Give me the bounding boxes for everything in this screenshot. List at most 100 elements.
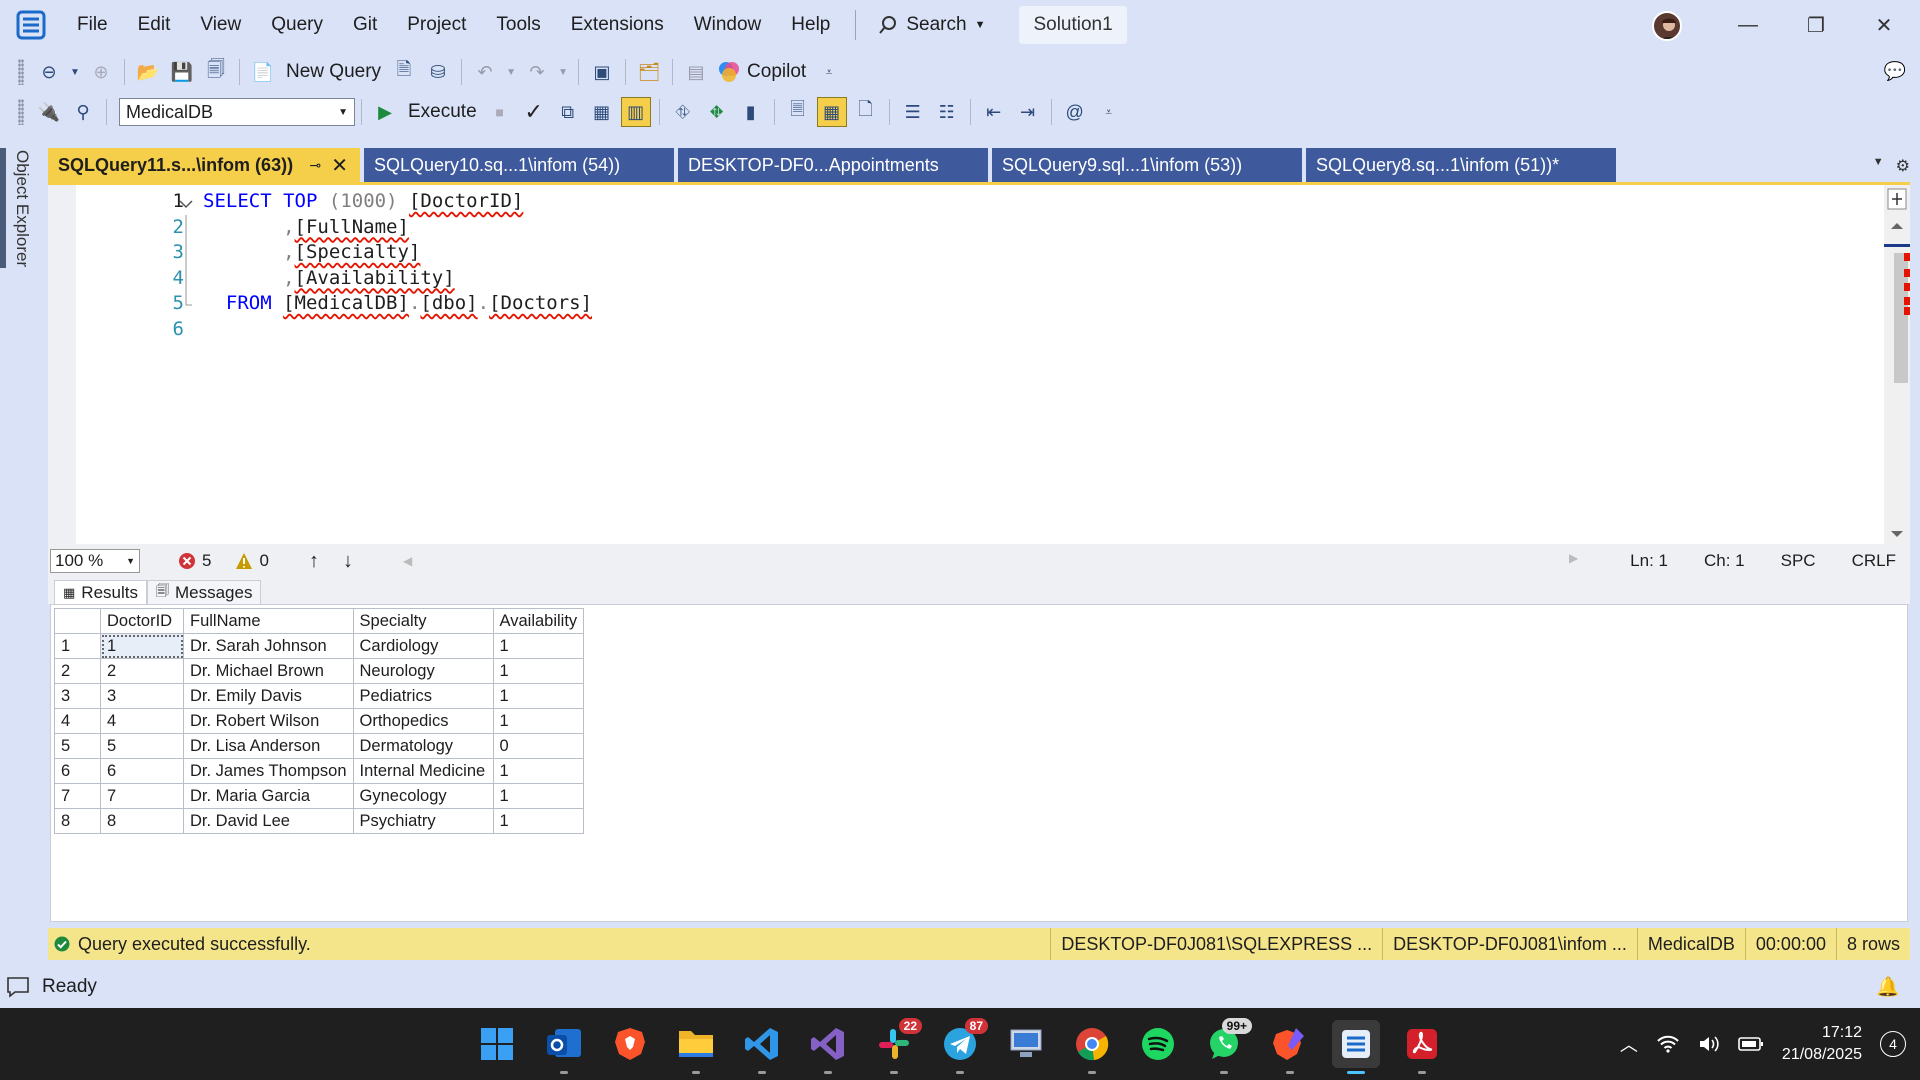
- cell-fullname[interactable]: Dr. Sarah Johnson: [183, 633, 354, 659]
- cell-fullname[interactable]: Dr. Michael Brown: [183, 658, 354, 684]
- database-query-icon[interactable]: 🗎: [389, 57, 419, 87]
- live-query-stats-icon[interactable]: ⛖: [702, 97, 732, 127]
- taskbar-brave-beta[interactable]: [1266, 1020, 1314, 1074]
- toolbar-overflow-icon[interactable]: ⩡: [814, 57, 844, 87]
- row-number[interactable]: 7: [54, 783, 101, 809]
- row-number[interactable]: 3: [54, 683, 101, 709]
- copilot-button[interactable]: Copilot: [747, 61, 806, 83]
- error-count[interactable]: 5: [178, 551, 211, 571]
- increase-indent-icon[interactable]: ⇥: [1013, 97, 1043, 127]
- cell-specialty[interactable]: Gynecology: [352, 783, 494, 809]
- navigate-back-icon[interactable]: ⊖: [34, 57, 64, 87]
- new-query-icon[interactable]: 📄: [248, 57, 278, 87]
- cell-fullname[interactable]: Dr. Lisa Anderson: [183, 733, 354, 759]
- minimize-button[interactable]: —: [1720, 6, 1776, 44]
- row-number[interactable]: 2: [54, 658, 101, 684]
- warning-count[interactable]: 0: [235, 551, 269, 571]
- cell-specialty[interactable]: Internal Medicine: [352, 758, 494, 784]
- taskbar-acrobat[interactable]: [1398, 1020, 1446, 1074]
- volume-icon[interactable]: [1698, 1034, 1720, 1054]
- chevron-down-icon[interactable]: ▼: [68, 57, 82, 87]
- results-grid[interactable]: DoctorID FullName Specialty Availability…: [50, 604, 1908, 922]
- row-number[interactable]: 8: [54, 808, 101, 834]
- client-statistics-icon[interactable]: ▮: [736, 97, 766, 127]
- menu-window[interactable]: Window: [679, 14, 777, 36]
- table-row[interactable]: 8 8 Dr. David Lee Psychiatry 1: [54, 808, 585, 834]
- menu-git[interactable]: Git: [338, 14, 392, 36]
- column-header-fullname[interactable]: FullName: [183, 608, 354, 634]
- change-connection-icon[interactable]: ⚲: [68, 97, 98, 127]
- cell-doctorid[interactable]: 5: [100, 733, 184, 759]
- results-to-grid-icon[interactable]: ▦: [816, 97, 847, 127]
- cell-specialty[interactable]: Neurology: [352, 658, 494, 684]
- execute-button[interactable]: Execute: [408, 101, 477, 123]
- cell-availability[interactable]: 1: [492, 658, 585, 684]
- code-fold-icon[interactable]: [174, 191, 198, 481]
- connect-icon[interactable]: 🔌: [34, 97, 64, 127]
- table-row[interactable]: 6 6 Dr. James Thompson Internal Medicine…: [54, 758, 585, 784]
- tab-appointments[interactable]: DESKTOP-DF0...Appointments: [678, 148, 988, 182]
- query-designer-icon[interactable]: ▦: [587, 97, 617, 127]
- tab-sqlquery9[interactable]: SQLQuery9.sql...1\infom (53)): [992, 148, 1302, 182]
- clock[interactable]: 17:12 21/08/2025: [1782, 1022, 1862, 1066]
- chevron-down-icon[interactable]: ▼: [556, 57, 570, 87]
- taskbar-telegram[interactable]: 87: [936, 1018, 988, 1074]
- battery-icon[interactable]: [1738, 1036, 1764, 1052]
- taskbar-outlook[interactable]: [540, 1020, 588, 1074]
- menu-project[interactable]: Project: [392, 14, 481, 36]
- toolbar-grip[interactable]: [18, 99, 24, 125]
- taskbar-vscode[interactable]: [738, 1020, 786, 1074]
- restore-button[interactable]: ❐: [1788, 6, 1844, 44]
- column-header-specialty[interactable]: Specialty: [352, 608, 494, 634]
- zoom-select[interactable]: 100 % ▼: [50, 549, 140, 573]
- comment-lines-icon[interactable]: ☰: [898, 97, 928, 127]
- column-header-doctorid[interactable]: DoctorID: [100, 608, 184, 634]
- save-all-icon[interactable]: 🗐: [201, 57, 231, 87]
- avatar[interactable]: [1652, 11, 1682, 41]
- navigate-forward-icon[interactable]: ⊕: [86, 57, 116, 87]
- row-number[interactable]: 4: [54, 708, 101, 734]
- cancel-query-icon[interactable]: ■: [485, 97, 515, 127]
- tab-sqlquery10[interactable]: SQLQuery10.sq...1\infom (54)): [364, 148, 674, 182]
- menu-file[interactable]: File: [62, 14, 123, 36]
- taskbar-slack[interactable]: 22: [870, 1018, 922, 1074]
- cell-doctorid[interactable]: 1: [100, 633, 184, 659]
- settings-gear-icon[interactable]: ⚙: [1896, 156, 1910, 176]
- row-number[interactable]: 5: [54, 733, 101, 759]
- new-query-button[interactable]: New Query: [286, 61, 381, 83]
- taskbar-rdp[interactable]: [1002, 1020, 1050, 1068]
- include-actual-plan-icon[interactable]: ⛗: [668, 97, 698, 127]
- taskbar-whatsapp[interactable]: 99+: [1200, 1018, 1252, 1074]
- menu-edit[interactable]: Edit: [123, 14, 186, 36]
- cell-specialty[interactable]: Cardiology: [352, 633, 494, 659]
- table-row[interactable]: 5 5 Dr. Lisa Anderson Dermatology 0: [54, 733, 585, 759]
- cell-fullname[interactable]: Dr. Maria Garcia: [183, 783, 354, 809]
- taskbar-spotify[interactable]: [1134, 1020, 1182, 1068]
- menu-view[interactable]: View: [185, 14, 256, 36]
- menu-tools[interactable]: Tools: [481, 14, 555, 36]
- activity-monitor-icon[interactable]: ▣: [587, 57, 617, 87]
- cell-doctorid[interactable]: 7: [100, 783, 184, 809]
- tab-list-dropdown-icon[interactable]: ▼: [1873, 156, 1884, 176]
- cell-availability[interactable]: 1: [492, 683, 585, 709]
- cell-fullname[interactable]: Dr. Emily Davis: [183, 683, 354, 709]
- execute-icon[interactable]: ▶: [370, 97, 400, 127]
- notifications-bell-icon[interactable]: 🔔: [1876, 975, 1900, 999]
- close-button[interactable]: ✕: [1856, 6, 1912, 44]
- table-row[interactable]: 2 2 Dr. Michael Brown Neurology 1: [54, 658, 585, 684]
- table-row[interactable]: 7 7 Dr. Maria Garcia Gynecology 1: [54, 783, 585, 809]
- cell-availability[interactable]: 1: [492, 708, 585, 734]
- cell-doctorid[interactable]: 2: [100, 658, 184, 684]
- object-explorer-tab[interactable]: Object Explorer: [12, 150, 32, 267]
- decrease-indent-icon[interactable]: ⇤: [979, 97, 1009, 127]
- copilot-icon[interactable]: [717, 60, 741, 84]
- code-area[interactable]: SELECT TOP (1000) [DoctorID] ,[FullName]…: [203, 189, 592, 342]
- results-to-grid-toggle-icon[interactable]: ▥: [620, 97, 651, 127]
- taskbar-brave[interactable]: [606, 1020, 654, 1068]
- cell-specialty[interactable]: Psychiatry: [352, 808, 494, 834]
- whitespace-indicator[interactable]: SPC: [1781, 551, 1816, 571]
- close-tab-icon[interactable]: ✕: [327, 153, 352, 178]
- cell-availability[interactable]: 1: [492, 758, 585, 784]
- results-to-text-icon[interactable]: 🗏: [783, 97, 813, 127]
- cell-specialty[interactable]: Pediatrics: [352, 683, 494, 709]
